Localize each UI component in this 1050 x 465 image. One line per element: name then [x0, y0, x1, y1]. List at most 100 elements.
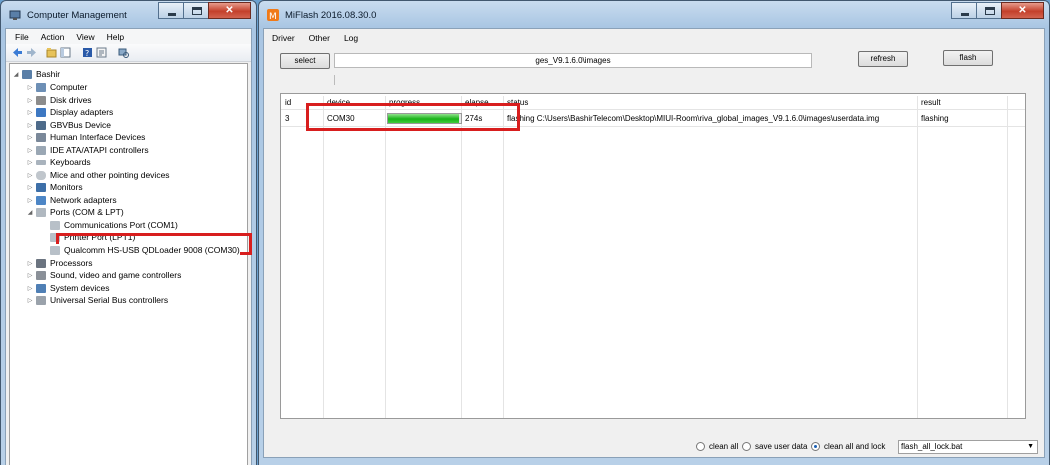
expand-arrow-icon[interactable]: ▷: [26, 297, 34, 304]
minimize-button[interactable]: [158, 2, 184, 19]
collapse-arrow-icon[interactable]: ◢: [26, 209, 34, 216]
menu-driver[interactable]: Driver: [272, 33, 295, 43]
title-bar[interactable]: M MiFlash 2016.08.30.0 ✕: [259, 1, 1049, 28]
expand-arrow-icon[interactable]: ▷: [26, 147, 34, 154]
folder-up-icon[interactable]: [46, 47, 57, 58]
expand-arrow-icon[interactable]: ▷: [26, 197, 34, 204]
select-button[interactable]: select: [280, 53, 330, 69]
expand-arrow-icon[interactable]: ▷: [26, 172, 34, 179]
hid-icon: [36, 132, 46, 142]
tree-item-label: Mice and other pointing devices: [50, 170, 170, 180]
svg-text:?: ?: [85, 49, 89, 58]
radio-dot[interactable]: [696, 442, 705, 451]
expand-arrow-icon[interactable]: ▷: [26, 84, 34, 91]
tree-item-qualcomm[interactable]: Qualcomm HS-USB QDLoader 9008 (COM30): [48, 244, 240, 256]
tree-item-label: Sound, video and game controllers: [50, 270, 182, 280]
tree-item-display-adapters[interactable]: ▷ Display adapters: [26, 106, 114, 118]
menu-file[interactable]: File: [9, 32, 35, 42]
tree-item-mice[interactable]: ▷ Mice and other pointing devices: [26, 169, 170, 181]
script-select[interactable]: flash_all_lock.bat ▼: [898, 440, 1038, 454]
menu-view[interactable]: View: [70, 32, 100, 42]
path-input[interactable]: ges_V9.1.6.0\images: [334, 53, 812, 68]
menu-other[interactable]: Other: [309, 33, 330, 43]
usb-icon: [36, 295, 46, 305]
expand-arrow-icon[interactable]: ▷: [26, 272, 34, 279]
tree-item-label: Keyboards: [50, 157, 91, 167]
radio-dot-selected[interactable]: [811, 442, 820, 451]
radio-save-user-data[interactable]: save user data: [742, 442, 807, 451]
back-icon[interactable]: [12, 47, 23, 58]
flash-button[interactable]: flash: [943, 50, 993, 66]
tree-item-com1[interactable]: Communications Port (COM1): [48, 219, 178, 231]
expand-arrow-icon[interactable]: ▷: [26, 159, 34, 166]
row-result: flashing: [921, 114, 949, 123]
tree-item-monitors[interactable]: ▷ Monitors: [26, 181, 83, 193]
tree-item-gbvbus[interactable]: ▷ GBVBus Device: [26, 119, 111, 131]
column-divider: [503, 96, 504, 418]
properties-icon[interactable]: [96, 47, 107, 58]
menu-bar: File Action View Help: [6, 29, 251, 44]
computer-icon: [22, 69, 32, 79]
column-header-result[interactable]: result: [921, 98, 941, 107]
tree-item-keyboards[interactable]: ▷ Keyboards: [26, 156, 91, 168]
expand-arrow-icon[interactable]: ▷: [26, 260, 34, 267]
refresh-button[interactable]: refresh: [858, 51, 908, 67]
maximize-button[interactable]: [183, 2, 209, 19]
tree-item-ide[interactable]: ▷ IDE ATA/ATAPI controllers: [26, 144, 149, 156]
tree-item-disk-drives[interactable]: ▷ Disk drives: [26, 94, 92, 106]
caption-buttons: ✕: [158, 2, 251, 19]
tree-root[interactable]: ◢ Bashir: [12, 68, 60, 80]
forward-icon[interactable]: [26, 47, 37, 58]
radio-dot[interactable]: [742, 442, 751, 451]
expand-arrow-icon[interactable]: ▷: [26, 184, 34, 191]
title-bar[interactable]: Computer Management ✕: [1, 1, 256, 28]
expand-arrow-icon[interactable]: ▷: [26, 122, 34, 129]
close-button[interactable]: ✕: [208, 2, 251, 19]
console-tree-icon[interactable]: [60, 47, 71, 58]
collapse-arrow-icon[interactable]: ◢: [12, 71, 20, 78]
mouse-icon: [36, 170, 46, 180]
radio-clean-all[interactable]: clean all: [696, 442, 738, 451]
port-icon: [50, 220, 60, 230]
tree-item-network[interactable]: ▷ Network adapters: [26, 194, 117, 206]
expand-arrow-icon[interactable]: ▷: [26, 109, 34, 116]
tree-item-ports[interactable]: ◢ Ports (COM & LPT): [26, 206, 124, 218]
window-title: MiFlash 2016.08.30.0: [285, 10, 377, 21]
tree-item-computer[interactable]: ▷ Computer: [26, 81, 88, 93]
splitter: [334, 75, 335, 85]
monitor-icon: [36, 182, 46, 192]
help-icon[interactable]: ?: [82, 47, 93, 58]
scan-hardware-icon[interactable]: [118, 47, 129, 58]
menu-help[interactable]: Help: [101, 32, 130, 42]
column-header-id[interactable]: id: [285, 98, 291, 107]
device-grid[interactable]: id device progress elapse status result …: [280, 93, 1026, 419]
tree-item-label: Ports (COM & LPT): [50, 207, 124, 217]
menu-log[interactable]: Log: [344, 33, 358, 43]
device-tree[interactable]: ◢ Bashir ▷ Computer ▷ Disk drives ▷ Display…: [9, 63, 252, 465]
tree-item-sound[interactable]: ▷ Sound, video and game controllers: [26, 269, 182, 281]
row-status: flashing C:\Users\BashirTelecom\Desktop\…: [507, 114, 880, 123]
expand-arrow-icon[interactable]: ▷: [26, 285, 34, 292]
tree-item-hid[interactable]: ▷ Human Interface Devices: [26, 131, 146, 143]
radio-label: save user data: [755, 442, 808, 451]
minimize-icon: [961, 13, 969, 16]
radio-label: clean all: [709, 442, 739, 451]
maximize-icon: [985, 7, 995, 15]
tree-item-system[interactable]: ▷ System devices: [26, 282, 110, 294]
tree-item-usb[interactable]: ▷ Universal Serial Bus controllers: [26, 294, 168, 306]
port-icon: [50, 245, 60, 255]
menu-action[interactable]: Action: [35, 32, 71, 42]
tree-item-label: System devices: [50, 283, 110, 293]
radio-clean-all-lock[interactable]: clean all and lock: [811, 442, 885, 451]
close-button[interactable]: ✕: [1001, 2, 1044, 19]
tree-item-label: Disk drives: [50, 95, 92, 105]
column-divider: [323, 96, 324, 418]
monitor-icon: [36, 82, 46, 92]
minimize-button[interactable]: [951, 2, 977, 19]
expand-arrow-icon[interactable]: ▷: [26, 97, 34, 104]
maximize-button[interactable]: [976, 2, 1002, 19]
tree-item-processors[interactable]: ▷ Processors: [26, 257, 93, 269]
miflash-window: M MiFlash 2016.08.30.0 ✕ Driver Other Lo…: [258, 0, 1050, 465]
expand-arrow-icon[interactable]: ▷: [26, 134, 34, 141]
sound-icon: [36, 270, 46, 280]
